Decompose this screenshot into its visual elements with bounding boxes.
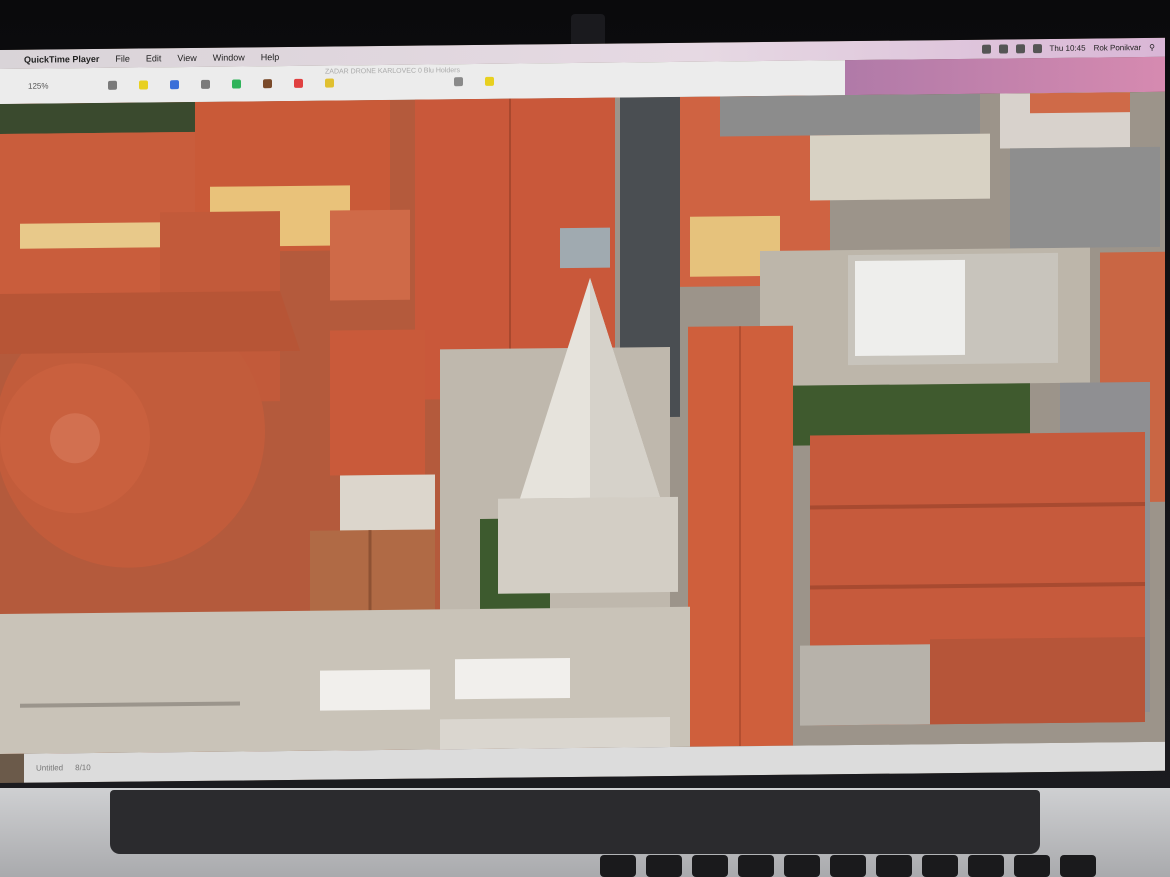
- key: [968, 855, 1004, 877]
- status-menus: Thu 10:45 Rok Ponikvar ⚲: [981, 43, 1165, 54]
- wifi-icon[interactable]: [1015, 44, 1025, 54]
- keyboard-row: [600, 855, 1096, 877]
- key: [692, 855, 728, 877]
- menu-edit[interactable]: Edit: [138, 53, 170, 63]
- spotlight-icon[interactable]: ⚲: [1149, 43, 1155, 52]
- status-right: 8/10: [75, 763, 91, 773]
- key: [922, 855, 958, 877]
- favorite-icon[interactable]: [485, 76, 495, 86]
- volume-icon[interactable]: [1032, 44, 1042, 54]
- aerial-video-frame: [0, 91, 1165, 754]
- window-title: ZADAR DRONE KARLOVEC 0 Blu Holders: [325, 67, 460, 76]
- menu-app-name[interactable]: QuickTime Player: [16, 53, 107, 64]
- highlight-icon[interactable]: [139, 80, 149, 90]
- share-icon[interactable]: [454, 77, 464, 87]
- zoom-select[interactable]: 125%: [28, 81, 48, 90]
- menu-clock[interactable]: Thu 10:45: [1050, 44, 1086, 53]
- text-icon[interactable]: [201, 79, 211, 89]
- battery-icon[interactable]: [998, 44, 1008, 54]
- desktop-wallpaper: [845, 56, 1165, 96]
- border-icon[interactable]: [294, 78, 304, 88]
- menu-file[interactable]: File: [107, 53, 138, 63]
- note-icon[interactable]: [325, 78, 335, 88]
- key: [1060, 855, 1096, 877]
- menu-window[interactable]: Window: [205, 52, 253, 63]
- key: [830, 855, 866, 877]
- color-icon[interactable]: [263, 79, 273, 89]
- key: [1014, 855, 1050, 877]
- key: [784, 855, 820, 877]
- menu-help[interactable]: Help: [253, 51, 288, 62]
- laptop-screen: QuickTime Player File Edit View Window H…: [0, 37, 1165, 784]
- markup-icon[interactable]: [108, 80, 118, 90]
- key: [646, 855, 682, 877]
- chart-icon[interactable]: [170, 80, 180, 90]
- key: [600, 855, 636, 877]
- laptop-hinge: [110, 790, 1040, 854]
- menu-user[interactable]: Rok Ponikvar: [1094, 43, 1142, 52]
- key: [738, 855, 774, 877]
- status-left: Untitled: [36, 763, 64, 773]
- key: [876, 855, 912, 877]
- menu-view[interactable]: View: [169, 52, 204, 62]
- dropbox-icon[interactable]: [981, 44, 991, 54]
- shapes-icon[interactable]: [232, 79, 242, 89]
